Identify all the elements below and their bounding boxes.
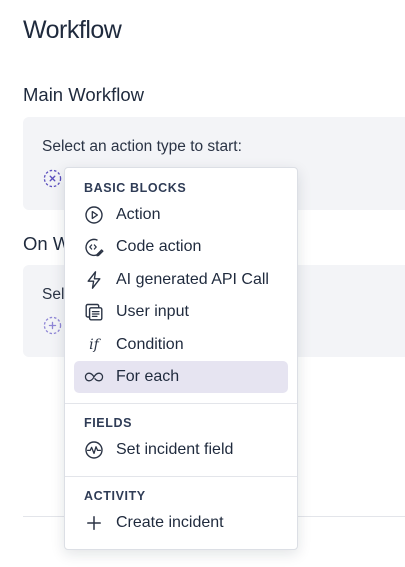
menu-item-label: User input [116, 303, 189, 320]
menu-item-label: Code action [116, 238, 202, 255]
menu-item-for-each[interactable]: For each [74, 361, 288, 393]
menu-item-label: For each [116, 368, 180, 385]
code-action-icon [84, 237, 104, 257]
menu-item-condition[interactable]: if Condition [74, 329, 288, 361]
menu-item-create-incident[interactable]: Create incident [74, 507, 288, 539]
menu-divider [65, 476, 297, 477]
action-type-prompt-2: Sel [42, 286, 65, 303]
action-type-menu: BASIC BLOCKS Action Code action AI gener… [64, 167, 298, 550]
workflow-page: Workflow Main Workflow Select an action … [0, 0, 405, 567]
menu-item-action[interactable]: Action [74, 199, 288, 231]
form-icon [84, 302, 104, 322]
menu-item-label: Action [116, 206, 161, 223]
activity-circle-icon [84, 440, 104, 460]
loop-icon [84, 367, 104, 387]
add-action-icon[interactable] [43, 169, 62, 188]
if-icon: if [89, 337, 99, 353]
menu-divider [65, 403, 297, 404]
menu-item-label: Create incident [116, 514, 224, 531]
play-circle-icon [84, 205, 104, 225]
menu-item-ai-api-call[interactable]: AI generated API Call [74, 264, 288, 296]
group-header-fields: FIELDS [84, 416, 133, 430]
page-title: Workflow [23, 16, 122, 44]
menu-item-set-incident-field[interactable]: Set incident field [74, 434, 288, 466]
group-header-basic-blocks: BASIC BLOCKS [84, 181, 187, 195]
main-workflow-title: Main Workflow [23, 84, 144, 105]
menu-item-code-action[interactable]: Code action [74, 231, 288, 263]
menu-item-label: AI generated API Call [116, 271, 269, 288]
plus-icon [84, 513, 104, 533]
add-action-icon-2[interactable] [43, 316, 62, 335]
menu-item-user-input[interactable]: User input [74, 296, 288, 328]
menu-item-label: Condition [116, 336, 184, 353]
menu-item-label: Set incident field [116, 441, 234, 458]
lightning-icon [84, 270, 104, 290]
action-type-prompt: Select an action type to start: [42, 138, 242, 155]
group-header-activity: ACTIVITY [84, 489, 146, 503]
